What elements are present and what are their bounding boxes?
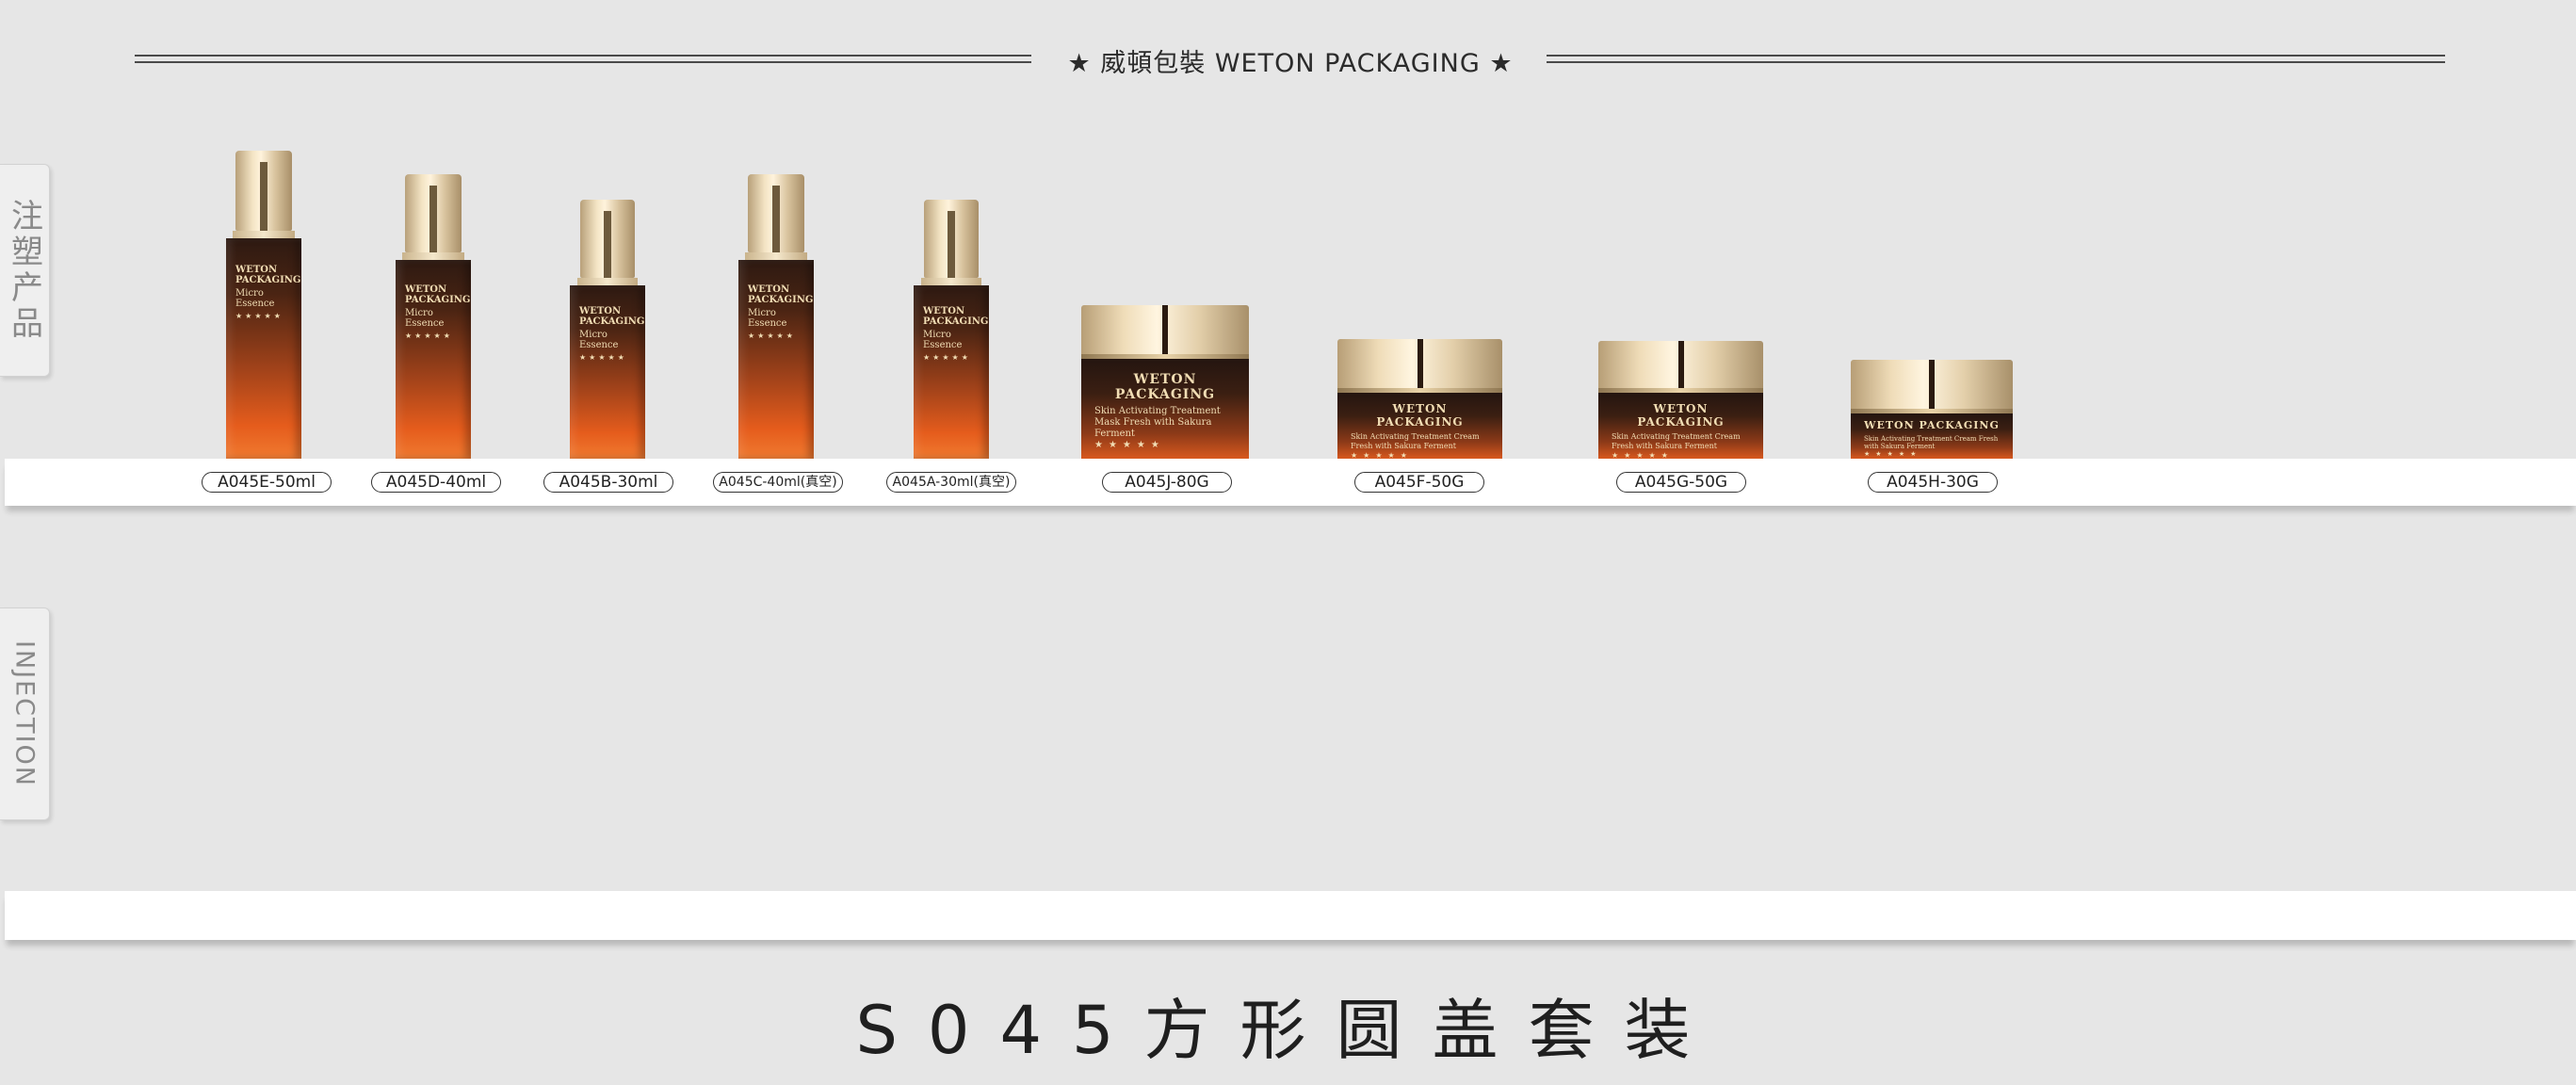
product-image-A045B: WETON PACKAGING Micro Essence ★★★★★ — [570, 200, 645, 459]
header-rule-left — [135, 55, 1031, 63]
catalog-page: ★ 威頓包裝 WETON PACKAGING ★ 注塑产品 INJECTION … — [0, 0, 2576, 1085]
jar-product-text: Skin Activating Treatment Mask Fresh wit… — [1094, 406, 1221, 439]
product-label-A045F[interactable]: A045F-50G — [1354, 472, 1484, 493]
bottle-stars: ★★★★★ — [923, 353, 971, 362]
product-label-A045C[interactable]: A045C-40ml(真空) — [713, 472, 843, 493]
side-tab-label: 注塑产品 — [5, 199, 43, 342]
jar-product-text: Skin Activating Treatment Cream Fresh wi… — [1864, 435, 1999, 450]
jar-stars: ★★★★★ — [1864, 450, 1922, 458]
product-image-A045F: WETON PACKAGING Skin Activating Treatmen… — [1337, 339, 1502, 460]
header-rule-right — [1547, 55, 2445, 63]
bottle-brand: WETON PACKAGING — [579, 306, 645, 327]
jar-brand: WETON PACKAGING — [1114, 372, 1216, 402]
bottle-product-name: Micro Essence — [235, 288, 275, 309]
product-label-A045D[interactable]: A045D-40ml — [371, 472, 501, 493]
product-label-A045H[interactable]: A045H-30G — [1868, 472, 1998, 493]
product-label-A045G[interactable]: A045G-50G — [1616, 472, 1746, 493]
jar-brand: WETON PACKAGING — [1637, 402, 1725, 429]
bottle-brand: WETON PACKAGING — [235, 265, 301, 285]
bottle-product-name: Micro Essence — [405, 308, 445, 329]
bottle-product-name: Micro Essence — [748, 308, 787, 329]
product-label-A045A[interactable]: A045A-30ml(真空) — [886, 472, 1016, 493]
product-shelf-bottom — [5, 891, 2576, 940]
bottle-product-name: Micro Essence — [923, 330, 963, 350]
bottle-brand: WETON PACKAGING — [405, 284, 471, 305]
side-tab-injection-cn[interactable]: 注塑产品 — [0, 164, 50, 377]
bottle-product-name: Micro Essence — [579, 330, 619, 350]
bottle-brand: WETON PACKAGING — [923, 306, 989, 327]
product-label-A045J[interactable]: A045J-80G — [1102, 472, 1232, 493]
jar-brand: WETON PACKAGING — [1864, 419, 2000, 431]
bottle-stars: ★★★★★ — [579, 353, 627, 362]
side-tab-label: INJECTION — [9, 640, 40, 787]
product-image-A045G: WETON PACKAGING Skin Activating Treatmen… — [1598, 341, 1763, 460]
jar-brand: WETON PACKAGING — [1376, 402, 1464, 429]
jar-stars: ★★★★★ — [1094, 440, 1165, 450]
series-title: S045方形圆盖套装 — [855, 992, 1721, 1069]
product-image-A045C: WETON PACKAGING Micro Essence ★★★★★ — [738, 174, 814, 459]
product-image-A045J: WETON PACKAGING Skin Activating Treatmen… — [1081, 305, 1249, 459]
bottle-stars: ★★★★★ — [748, 332, 796, 340]
product-image-A045E: WETON PACKAGING Micro Essence ★★★★★ — [226, 151, 301, 459]
product-label-A045E[interactable]: A045E-50ml — [202, 472, 332, 493]
bottle-stars: ★★★★★ — [235, 312, 284, 320]
product-label-A045B[interactable]: A045B-30ml — [543, 472, 673, 493]
jar-stars: ★★★★★ — [1351, 451, 1413, 460]
bottle-stars: ★★★★★ — [405, 332, 453, 340]
jar-product-text: Skin Activating Treatment Cream Fresh wi… — [1351, 432, 1480, 450]
side-tab-injection-en[interactable]: INJECTION — [0, 607, 50, 820]
product-image-A045H: WETON PACKAGING Skin Activating Treatmen… — [1851, 360, 2013, 459]
jar-product-text: Skin Activating Treatment Cream Fresh wi… — [1612, 432, 1741, 450]
product-image-A045D: WETON PACKAGING Micro Essence ★★★★★ — [396, 174, 471, 459]
product-image-A045A: WETON PACKAGING Micro Essence ★★★★★ — [914, 200, 989, 459]
bottle-brand: WETON PACKAGING — [748, 284, 814, 305]
brand-header: ★ 威頓包裝 WETON PACKAGING ★ — [1067, 49, 1514, 78]
jar-stars: ★★★★★ — [1612, 451, 1674, 460]
